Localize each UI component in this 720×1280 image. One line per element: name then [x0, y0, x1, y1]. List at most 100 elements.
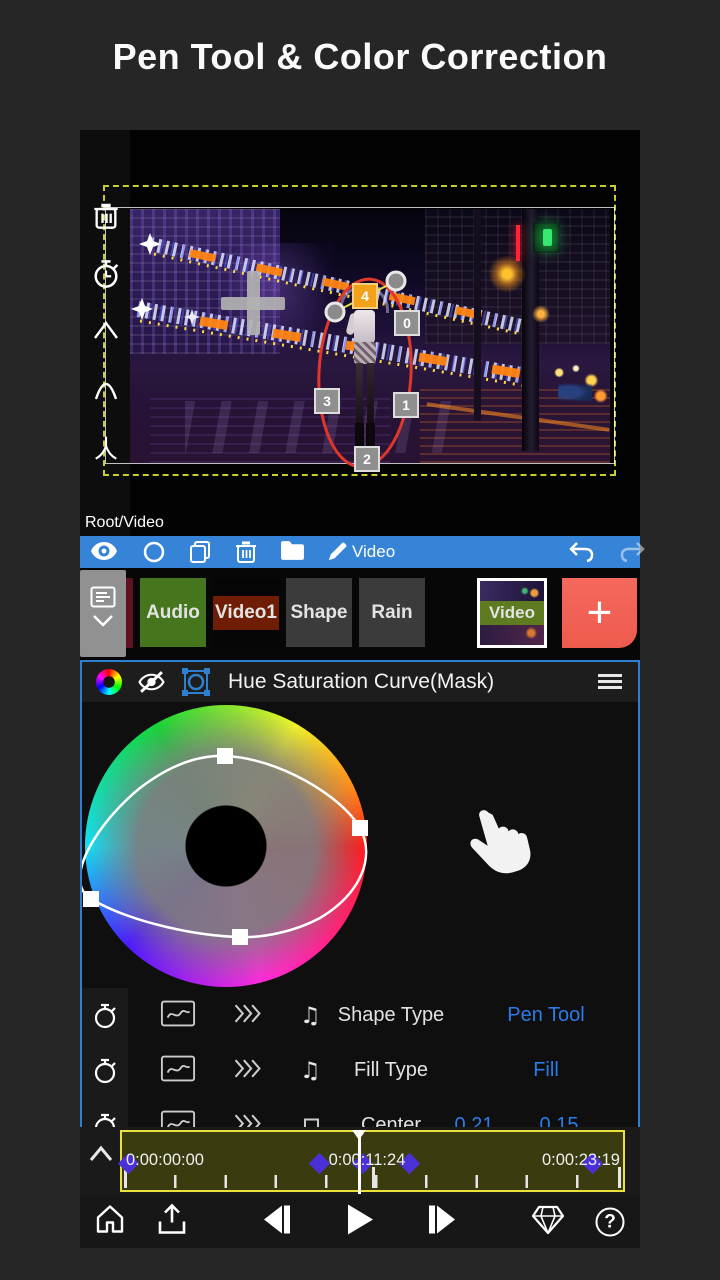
undo-icon: [569, 542, 594, 563]
help-icon: ?: [595, 1207, 625, 1237]
pen-point-3[interactable]: 3: [314, 388, 340, 414]
arc-icon: [94, 382, 118, 400]
bottom-nav: ?: [80, 1196, 640, 1248]
stopwatch-icon: [94, 1003, 116, 1028]
value-curve-icon: [160, 1055, 196, 1081]
hue-wheel[interactable]: [85, 705, 367, 987]
clip-name-label: Video: [352, 542, 396, 561]
redo-icon: [620, 542, 645, 563]
split-point-button[interactable]: [89, 433, 123, 461]
eye-icon: [91, 542, 117, 560]
value-curve-icon: [160, 1000, 196, 1026]
chevron-up-icon: [94, 320, 118, 339]
move-crosshair[interactable]: [247, 271, 260, 335]
home-button[interactable]: [94, 1204, 126, 1241]
expand-button[interactable]: [232, 1000, 264, 1032]
panel-header: Hue Saturation Curve(Mask): [82, 662, 638, 702]
track-tile-video-selected[interactable]: Video: [477, 578, 547, 648]
collapse-timeline-button[interactable]: [88, 1145, 114, 1167]
property-row-shape-type: ♫ Shape Type Pen Tool: [82, 988, 638, 1043]
breadcrumb: Root/Video: [85, 514, 164, 531]
pen-point-0[interactable]: 0: [394, 310, 420, 336]
add-layer-button[interactable]: +: [562, 578, 637, 648]
pen-point-4-selected[interactable]: 4: [352, 283, 378, 309]
property-row-fill-type: ♫ Fill Type Fill: [82, 1043, 638, 1098]
export-button[interactable]: [157, 1203, 187, 1241]
video-preview[interactable]: 0 1 2 3 4 Root/Video: [80, 130, 640, 540]
play-icon: [348, 1204, 373, 1235]
panel-title: Hue Saturation Curve(Mask): [228, 670, 495, 693]
effect-visibility-toggle[interactable]: [138, 670, 165, 699]
property-value-x[interactable]: 0.21: [435, 1098, 513, 1130]
next-frame-button[interactable]: [427, 1204, 457, 1241]
property-label: Fill Type: [353, 1059, 429, 1081]
delete-point-button[interactable]: [89, 202, 123, 230]
playhead[interactable]: [352, 1130, 366, 1194]
gem-icon: [531, 1205, 565, 1235]
trash-icon: [236, 541, 256, 563]
expand-button[interactable]: [232, 1055, 264, 1087]
rename-button[interactable]: [326, 540, 349, 568]
timeline-strip: 0:00:00:00 0:00:11:24 0:00:23:19: [80, 1127, 640, 1196]
export-icon: [158, 1203, 186, 1234]
property-row-center: Center 0.21 0.15: [82, 1098, 638, 1130]
color-wheel-icon[interactable]: [96, 669, 122, 695]
pen-point-2[interactable]: 2: [354, 446, 380, 472]
keyframe-stopwatch-button[interactable]: [89, 258, 123, 290]
stopwatch-icon: [94, 260, 119, 288]
undo-button[interactable]: [568, 540, 596, 569]
stopwatch-icon: [94, 1058, 116, 1083]
keyframe-stopwatch-button[interactable]: [82, 988, 128, 1043]
premium-button[interactable]: [531, 1204, 565, 1240]
mask-mode-button[interactable]: [182, 668, 210, 701]
clip-edge-sliver: [126, 578, 133, 648]
layer-list-icon: [90, 586, 116, 608]
triple-chevron-icon: [234, 1004, 261, 1022]
home-icon: [96, 1205, 124, 1233]
property-rows: ♫ Shape Type Pen Tool ♫ Fill Type Fill C…: [82, 988, 638, 1130]
circle-icon: [143, 541, 165, 563]
delete-clip-button[interactable]: [235, 540, 257, 569]
menu-icon[interactable]: [598, 674, 622, 693]
play-button[interactable]: [345, 1203, 375, 1242]
property-value[interactable]: Pen Tool: [482, 988, 610, 1043]
track-tile-audio[interactable]: Audio: [140, 578, 206, 647]
duplicate-button[interactable]: [188, 540, 212, 569]
clip-toolbar: Video: [80, 536, 645, 569]
pen-point-1[interactable]: 1: [393, 392, 419, 418]
timeline-bar[interactable]: 0:00:00:00 0:00:11:24 0:00:23:19: [117, 1130, 625, 1194]
track-tile-rain[interactable]: Rain: [359, 578, 425, 647]
prev-frame-icon: [264, 1205, 290, 1234]
plus-icon: +: [586, 588, 613, 637]
property-value[interactable]: Fill: [482, 1043, 610, 1098]
redo-button[interactable]: [618, 540, 646, 569]
visibility-button[interactable]: [90, 540, 118, 567]
timecode-end: 0:00:23:19: [542, 1151, 620, 1169]
property-value-y[interactable]: 0.15: [520, 1098, 598, 1130]
solo-button[interactable]: [142, 540, 166, 569]
mask-icon: [182, 668, 210, 696]
curve-editor-button[interactable]: [160, 1055, 196, 1087]
duplicate-icon: [190, 541, 210, 563]
property-label: Shape Type: [337, 1004, 445, 1026]
curve-editor-button[interactable]: [160, 1000, 196, 1032]
track-tile-shape[interactable]: Shape: [286, 578, 352, 647]
folder-icon: [281, 541, 304, 560]
hand-cursor: [462, 800, 539, 889]
app-window: 0 1 2 3 4 Root/Video Video Audio Video1 …: [80, 130, 645, 1248]
next-frame-icon: [429, 1205, 455, 1234]
keyframe-stopwatch-button[interactable]: [82, 1043, 128, 1098]
group-folder-button[interactable]: [280, 540, 305, 566]
prev-frame-button[interactable]: [262, 1204, 292, 1241]
layer-list-toggle[interactable]: [80, 570, 126, 657]
timecode-current: 0:00:11:24: [328, 1151, 406, 1169]
keyframe-stopwatch-button[interactable]: [82, 1098, 128, 1130]
chevron-down-icon: [93, 615, 113, 627]
help-button[interactable]: ?: [595, 1207, 625, 1237]
timecode-start: 0:00:00:00: [126, 1151, 204, 1169]
eye-off-icon: [138, 671, 165, 693]
smooth-point-button[interactable]: [89, 373, 123, 401]
hue-saturation-panel: Hue Saturation Curve(Mask) ♫ Shape Type …: [80, 660, 640, 1130]
track-tile-video1[interactable]: Video1: [213, 578, 279, 647]
corner-point-button[interactable]: [89, 318, 123, 342]
